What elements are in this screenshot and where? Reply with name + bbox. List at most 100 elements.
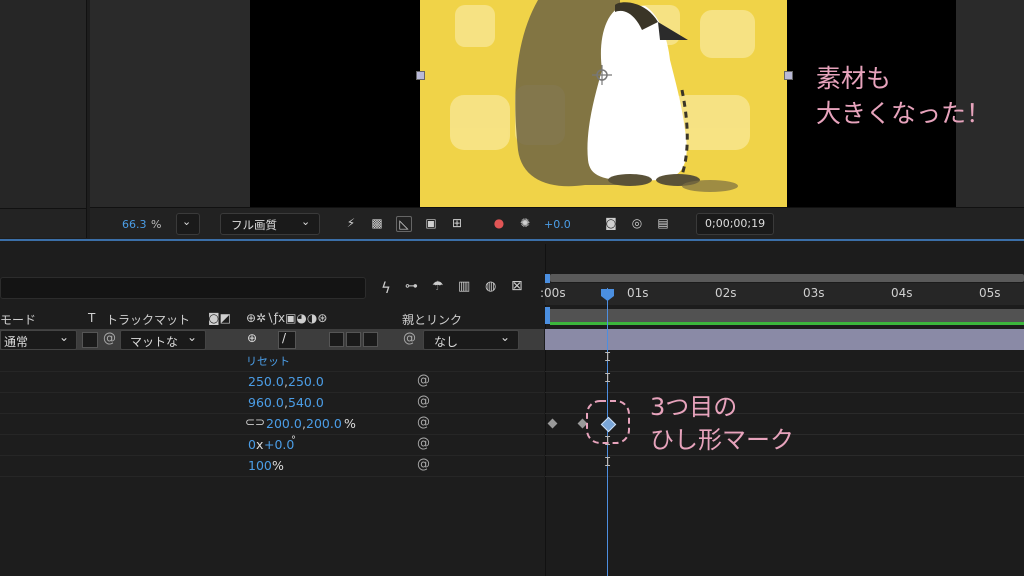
preserve-transparency-checkbox[interactable] [82, 332, 98, 348]
property-value-b[interactable]: 200.0 [306, 416, 342, 431]
switch-box[interactable] [363, 332, 378, 347]
annotation-line: 3つ目の [650, 393, 738, 421]
track-matte-dropdown[interactable]: マットな ⌄ [120, 330, 206, 350]
zoom-unit: % [151, 218, 162, 231]
timeline-search-input[interactable] [0, 277, 366, 299]
channel-icon[interactable]: ● [492, 216, 506, 230]
switch-box[interactable] [346, 332, 361, 347]
property-value-a[interactable]: 960.0 [248, 395, 284, 410]
t-column: T [88, 311, 96, 325]
layer-duration-bar[interactable] [550, 309, 1024, 322]
quality-dropdown[interactable]: フル画質 ⌄ [220, 213, 320, 235]
slash-icon: / [282, 331, 287, 345]
property-value-a[interactable]: 100 [248, 458, 272, 473]
layer-row[interactable]: 通常 ⌄ @ マットな ⌄ ⊕ / @ なし ⌄ [0, 329, 544, 350]
panel-focus-divider [0, 239, 1024, 241]
property-row-position: 960.0 , 540.0 @ [0, 392, 544, 414]
layer-switches-icon: ⊕✲∖ƒx▣◕◑⊛ [246, 311, 328, 325]
chevron-down-icon: ⌄ [187, 330, 198, 344]
zoom-value[interactable]: 66.3 [122, 218, 147, 231]
time-ruler[interactable]: :00s 01s 02s 03s 04s 05s [540, 283, 1024, 305]
property-row-scale: ⊂⊃ 200.0 , 200.0 % @ [0, 413, 544, 435]
unit: ° [291, 435, 296, 446]
expression-pickwhip-icon[interactable]: @ [417, 436, 430, 451]
blend-mode-dropdown[interactable]: 通常 ⌄ [0, 330, 77, 350]
shy-layers-icon[interactable]: ⊶ [405, 279, 418, 294]
snapshot-camera-icon[interactable]: ◙ [604, 216, 618, 230]
quality-label: フル画質 [231, 218, 277, 232]
color-management-icon[interactable]: ✺ [518, 216, 532, 230]
playhead-handle-icon[interactable] [600, 288, 615, 302]
separator: x [256, 437, 264, 452]
property-value-a[interactable]: 0 [248, 437, 256, 452]
property-value-b[interactable]: 250.0 [288, 374, 324, 389]
layer-bar-selected[interactable] [545, 329, 1024, 350]
work-area-indicator [550, 322, 1024, 325]
viewer-toolbar: 66.3 % ⌄ フル画質 ⌄ ⚡ ▩ ◺ ▣ ⊞ ● ✺ +0.0 ◙ ◎ ▤… [90, 207, 1024, 239]
transform-handle-left[interactable] [416, 71, 425, 80]
track-matte-column: トラックマット [106, 313, 191, 327]
property-value-b[interactable]: +0.0 [264, 437, 294, 452]
transform-handle-right[interactable] [784, 71, 793, 80]
column-header: モード T トラックマット ◙◩ ⊕✲∖ƒx▣◕◑⊛ 親とリンク [0, 309, 544, 329]
chevron-down-icon: ⌄ [59, 330, 70, 344]
expression-pickwhip-icon[interactable]: @ [417, 373, 430, 388]
property-value-b[interactable]: 540.0 [288, 395, 324, 410]
annotation-line: 素材も [816, 64, 892, 93]
expression-pickwhip-icon[interactable]: @ [417, 394, 430, 409]
keyframe-ibeam-icon: I [604, 455, 612, 469]
expression-pickwhip-icon[interactable]: @ [417, 415, 430, 430]
penguin-artwork [450, 0, 755, 192]
highlight-circle-icon [586, 400, 630, 444]
track-divider [545, 392, 1024, 393]
quality-switch[interactable]: / [278, 331, 296, 349]
mode-column: モード [0, 313, 37, 327]
timecode-text: 0;00;00;19 [705, 217, 766, 230]
ruler-tick-label: 02s [715, 286, 737, 300]
composition-frame[interactable] [420, 0, 787, 207]
blend-mode-value: 通常 [4, 335, 29, 349]
annotation-line: 大きくなった！ [816, 99, 992, 128]
track-matte-link-icon[interactable]: @ [103, 331, 116, 346]
expression-pickwhip-icon[interactable]: @ [417, 457, 430, 472]
mask-visibility-icon[interactable]: ◺ [396, 216, 412, 232]
property-value-a[interactable]: 200.0 [266, 416, 302, 431]
motion-blur-icon[interactable]: ▥ [458, 279, 470, 294]
fast-preview-icon[interactable]: ⚡ [344, 216, 358, 230]
draft-3d-icon[interactable]: ϟ [381, 279, 391, 297]
keyframe-ibeam-icon: I [604, 371, 612, 385]
reset-link[interactable]: リセット [246, 353, 290, 369]
constrain-link-icon[interactable]: ⊂⊃ [245, 415, 265, 429]
frame-blending-icon[interactable]: ☂ [432, 279, 444, 294]
switch-box[interactable] [329, 332, 344, 347]
track-divider [545, 476, 1024, 477]
chevron-down-icon: ⌄ [182, 215, 192, 228]
grid-guides-icon[interactable]: ⊞ [450, 216, 464, 230]
annotation-line: ひし形マーク [650, 426, 794, 454]
parent-link-column: 親とリンク [402, 313, 463, 327]
ruler-tick-label: :00s [540, 286, 566, 300]
parent-value: なし [434, 335, 459, 349]
chevron-down-icon: ⌄ [500, 330, 511, 344]
unit: % [344, 416, 356, 431]
parent-pickwhip-icon[interactable]: @ [403, 331, 416, 346]
show-snapshot-icon[interactable]: ◎ [630, 216, 644, 230]
track-matte-value: マットな [130, 335, 179, 349]
transparency-grid-icon[interactable]: ▩ [370, 216, 384, 230]
unit: % [272, 458, 284, 473]
parent-dropdown[interactable]: なし ⌄ [423, 330, 519, 350]
property-row-opacity: 100 % @ [0, 455, 544, 477]
view-options-icon[interactable]: ▤ [656, 216, 670, 230]
work-area-bar[interactable] [550, 274, 1024, 282]
exposure-value[interactable]: +0.0 [544, 218, 571, 231]
property-value-a[interactable]: 250.0 [248, 374, 284, 389]
region-of-interest-icon[interactable]: ▣ [424, 216, 438, 230]
timecode-display[interactable]: 0;00;00;19 [696, 213, 774, 235]
shy-switch-icon[interactable]: ⊕ [247, 331, 257, 345]
timeline-menu-icon[interactable]: ⊠ [511, 278, 523, 294]
graph-editor-icon[interactable]: ◍ [485, 279, 496, 294]
zoom-dropdown[interactable]: ⌄ [176, 213, 200, 235]
switches-icon: ◙◩ [208, 311, 231, 325]
track-divider [545, 371, 1024, 372]
keyframe-ibeam-icon: I [604, 350, 612, 364]
